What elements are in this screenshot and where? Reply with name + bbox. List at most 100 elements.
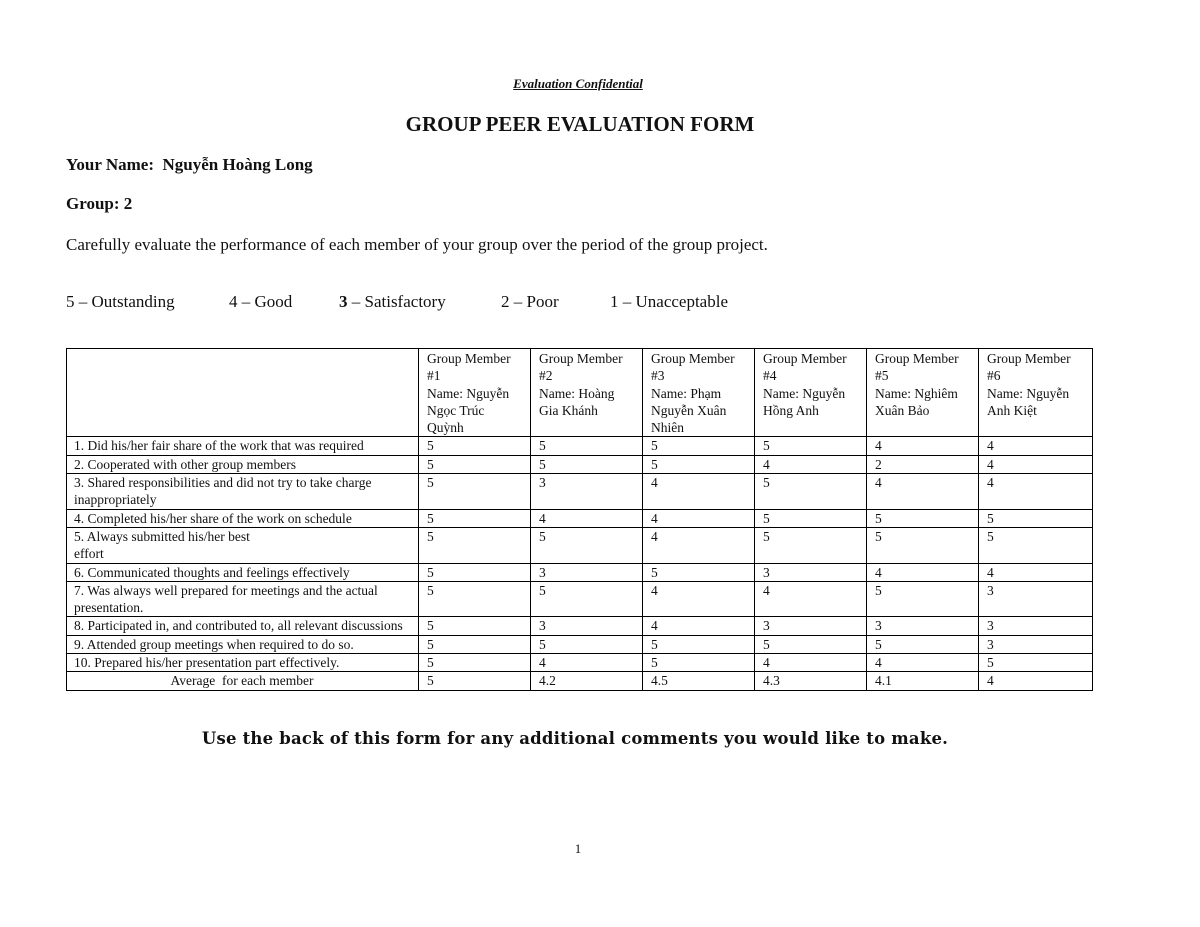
score-cell: 4 [866,473,979,510]
criterion-row: 5. Always submitted his/her best effort 5… [66,526,1093,564]
criterion-label: 5. Always submitted his/her best effort [66,526,419,564]
score-cell: 4 [642,526,755,564]
criterion-row: 3. Shared responsibilities and did not t… [66,473,1093,510]
member-header-cell: Group Member #1 Name: Nguyễn Ngọc Trúc Quỳ… [418,347,531,438]
criterion-label: 1. Did his/her fair share of the work th… [66,436,419,456]
member-name-label: Name: [427,385,463,401]
member-heading: Group Member [763,351,847,366]
score-cell: 5 [418,616,531,636]
member-name: Name: Nguyễn Ngọc Trúc Quỳnh [427,385,522,437]
member-heading: Group Member [427,351,511,366]
scale-label: Poor [526,292,559,311]
member-header-cell: Group Member #4 Name: Nguyễn Hồng Anh [754,347,867,438]
score-cell: 3 [866,616,979,636]
member-number: #2 [539,368,553,384]
group-value: 2 [123,194,133,213]
score-cell: 4 [754,580,867,618]
average-row: Average for each member 5 4.2 4.5 4.3 4.1 4 [66,671,1093,691]
scale-label: Unacceptable [635,292,729,311]
score-cell: 5 [642,562,755,582]
member-name-label: Name: [987,385,1023,401]
member-name-label: Name: [875,385,911,401]
scale-score: 1 [610,292,619,311]
member-header-cell: Group Member #3 Name: Phạm Nguyễn Xuân Nhi… [642,347,755,438]
score-cell: 4 [642,616,755,636]
member-number: #4 [763,368,777,384]
scale-item-1: 1 – Unacceptable [610,292,728,312]
criterion-label: 2. Cooperated with other group members [66,454,419,475]
score-cell: 5 [978,508,1093,528]
score-cell: 5 [642,454,755,475]
member-name: Name: Nghiêm Xuân Bảo [875,385,970,420]
score-cell: 3 [530,562,643,582]
score-cell: 5 [418,526,531,564]
scale-score: 2 [501,292,510,311]
score-cell: 3 [978,616,1093,636]
scale-sep: – [74,292,92,311]
scale-item-4: 4 – Good [229,292,292,312]
average-cell: 4.1 [866,671,979,691]
criterion-label: 8. Participated in, and contributed to, … [66,616,419,636]
member-name: Name: Nguyễn Hồng Anh [763,385,858,420]
score-cell: 5 [418,562,531,582]
criterion-label: 10. Prepared his/her presentation part e… [66,653,419,673]
average-cell: 4 [978,671,1093,691]
footer-note: Use the back of this form for any additi… [201,729,949,748]
score-cell: 5 [530,454,643,475]
score-cell: 4 [978,436,1093,456]
page-number: 1 [574,841,582,856]
scale-sep: – [509,292,527,311]
criterion-label: 9. Attended group meetings when required… [66,634,419,655]
member-header-cell: Group Member #2 Name: Hoàng Gia Khánh [530,347,643,438]
scale-score: 5 [66,292,75,311]
evaluator-name-label: Your Name: [66,155,154,174]
criterion-label: 6. Communicated thoughts and feelings ef… [66,562,419,582]
average-cell: 5 [418,671,531,691]
evaluation-table: Group Member #1 Name: Nguyễn Ngọc Trúc Quỳ… [66,347,1093,691]
score-cell: 4 [866,562,979,582]
confidential-label: Evaluation Confidential [513,76,643,91]
criterion-row: 8. Participated in, and contributed to, … [66,616,1093,636]
score-cell: 3 [530,616,643,636]
scale-item-5: 5 – Outstanding [66,292,175,312]
criterion-row: 10. Prepared his/her presentation part e… [66,653,1093,673]
score-cell: 4 [530,653,643,673]
score-cell: 5 [642,436,755,456]
scale-sep: – [237,292,255,311]
score-cell: 5 [754,436,867,456]
member-heading: Group Member [539,351,623,366]
average-label: Average for each member [66,671,419,691]
member-number: #6 [987,368,1001,384]
score-cell: 4 [754,454,867,475]
score-cell: 5 [418,454,531,475]
score-cell: 5 [978,653,1093,673]
score-cell: 4 [978,562,1093,582]
score-cell: 5 [418,653,531,673]
member-heading: Group Member [987,351,1071,366]
score-cell: 5 [754,473,867,510]
header-row: Group Member #1 Name: Nguyễn Ngọc Trúc Quỳ… [66,347,1093,438]
score-cell: 3 [530,473,643,510]
evaluator-name-value: Nguyễn Hoàng Long [162,155,313,174]
member-heading: Group Member [651,351,735,366]
member-header-cell: Group Member #5 Name: Nghiêm Xuân Bảo [866,347,979,438]
score-cell: 4 [530,508,643,528]
score-cell: 3 [978,580,1093,618]
criterion-label: 4. Completed his/her share of the work o… [66,508,419,528]
score-cell: 5 [530,634,643,655]
group-label: Group: [66,194,120,213]
score-cell: 5 [642,634,755,655]
average-cell: 4.5 [642,671,755,691]
member-name: Name: Nguyễn Anh Kiệt [987,385,1084,420]
score-cell: 5 [418,473,531,510]
criterion-row: 1. Did his/her fair share of the work th… [66,436,1093,456]
score-cell: 5 [866,634,979,655]
score-cell: 4 [866,653,979,673]
score-cell: 5 [642,653,755,673]
instructions: Carefully evaluate the performance of ea… [66,235,768,254]
score-cell: 5 [530,526,643,564]
score-cell: 5 [754,634,867,655]
score-cell: 5 [530,436,643,456]
average-cell: 4.2 [530,671,643,691]
score-cell: 4 [866,436,979,456]
